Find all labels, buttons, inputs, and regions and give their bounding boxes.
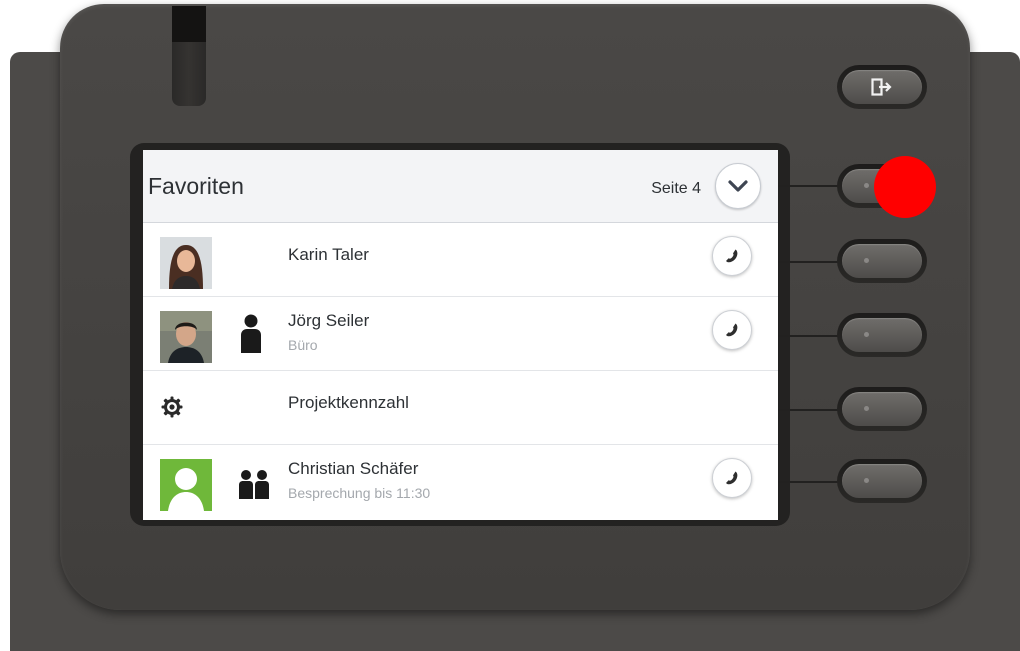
contact-name: Karin Taler	[288, 245, 369, 264]
call-button[interactable]	[712, 458, 752, 498]
list-item[interactable]: Jörg Seiler Büro	[143, 297, 778, 371]
people-icon	[239, 470, 269, 499]
contact-name: Christian Schäfer	[288, 459, 419, 478]
phone-handset-icon	[726, 323, 738, 337]
list-item[interactable]: Karin Taler	[143, 223, 778, 297]
side-key-2[interactable]	[837, 239, 927, 283]
screen-header: Favoriten Seite 4	[143, 150, 778, 223]
avatar	[160, 311, 212, 363]
contact-subtitle: Besprechung bis 11:30	[288, 485, 431, 501]
display-screen: Favoriten Seite 4 Karin Taler Jörg Seile…	[143, 150, 778, 520]
exit-icon	[871, 78, 892, 96]
handset-hook-top	[172, 6, 206, 42]
side-key-5[interactable]	[837, 459, 927, 503]
chevron-down-icon	[728, 180, 748, 192]
contact-subtitle: Büro	[288, 337, 318, 353]
exit-button[interactable]	[837, 65, 927, 109]
gear-icon	[161, 396, 183, 418]
list-item[interactable]: Projektkennzahl	[143, 371, 778, 445]
avatar	[160, 459, 212, 511]
call-button[interactable]	[712, 310, 752, 350]
page-title: Favoriten	[148, 173, 244, 199]
avatar	[160, 237, 212, 289]
list-item[interactable]: Christian Schäfer Besprechung bis 11:30	[143, 445, 778, 519]
phone-handset-icon	[726, 471, 738, 485]
contact-name: Jörg Seiler	[288, 311, 370, 330]
feature-name: Projektkennzahl	[288, 393, 409, 412]
key-connector	[778, 409, 838, 411]
phone-handset-icon	[726, 249, 738, 263]
page-indicator: Seite 4	[651, 180, 701, 197]
call-button[interactable]	[712, 236, 752, 276]
page-down-button[interactable]	[715, 163, 761, 209]
click-marker	[874, 156, 936, 218]
side-key-3[interactable]	[837, 313, 927, 357]
person-icon	[241, 314, 261, 353]
key-connector	[778, 481, 838, 483]
key-connector	[778, 185, 838, 187]
side-key-4[interactable]	[837, 387, 927, 431]
key-connector	[778, 335, 838, 337]
key-connector	[778, 261, 838, 263]
